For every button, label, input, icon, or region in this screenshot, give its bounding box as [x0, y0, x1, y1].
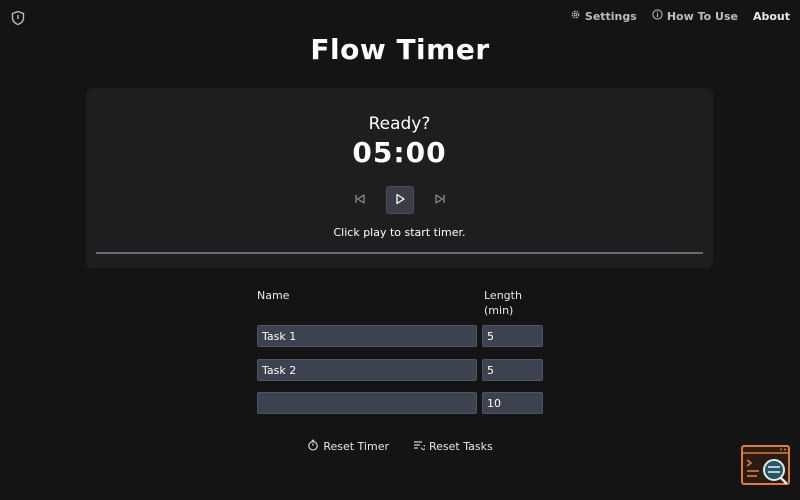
task-name-input[interactable] — [257, 325, 477, 347]
help-widget-icon[interactable] — [741, 445, 791, 487]
nav-how-to-use-label: How To Use — [666, 9, 738, 23]
timer-card: Ready? 05:00 Click play to start timer. — [86, 88, 713, 268]
nav-about-label: About — [752, 9, 790, 23]
task-name-input[interactable] — [257, 359, 477, 381]
task-name-input[interactable] — [257, 392, 477, 414]
task-row — [257, 392, 543, 414]
timer-progress-bar — [96, 252, 703, 254]
reset-timer-button[interactable]: Reset Timer — [307, 439, 389, 454]
play-icon — [393, 191, 407, 210]
skip-forward-icon — [433, 191, 447, 210]
timer-reset-icon — [307, 439, 319, 454]
task-length-input[interactable] — [482, 325, 543, 347]
reset-timer-label: Reset Timer — [323, 440, 389, 453]
play-button[interactable] — [385, 186, 414, 214]
skip-back-icon — [353, 191, 367, 210]
timer-status: Ready? — [368, 114, 431, 134]
column-header-length-line1: Length — [484, 289, 522, 302]
task-actions: Reset Timer Reset Tasks — [0, 439, 800, 454]
column-header-length: Length (min) — [484, 288, 534, 318]
nav-settings[interactable]: Settings — [570, 9, 637, 23]
list-reset-icon — [413, 439, 426, 454]
timer-hint: Click play to start timer. — [333, 226, 466, 239]
column-header-name: Name — [257, 289, 290, 302]
task-length-input[interactable] — [482, 359, 543, 381]
task-row — [257, 359, 543, 381]
timer-display: 05:00 — [352, 136, 447, 169]
top-nav: Settings How To Use About — [570, 9, 790, 23]
nav-about[interactable]: About — [753, 10, 790, 23]
column-header-length-line2: (min) — [484, 304, 514, 317]
info-icon — [652, 9, 663, 23]
skip-back-button[interactable] — [346, 186, 374, 214]
gear-icon — [570, 9, 581, 23]
reset-tasks-button[interactable]: Reset Tasks — [413, 439, 493, 454]
skip-forward-button[interactable] — [426, 186, 454, 214]
page: Settings How To Use About Flow Timer Rea… — [0, 0, 800, 500]
timer-controls — [86, 186, 713, 214]
nav-settings-label: Settings — [584, 9, 637, 23]
page-title: Flow Timer — [310, 33, 490, 66]
shield-icon[interactable] — [10, 10, 26, 26]
task-length-input[interactable] — [482, 392, 543, 414]
task-row — [257, 325, 543, 347]
reset-tasks-label: Reset Tasks — [428, 440, 493, 453]
nav-how-to-use[interactable]: How To Use — [652, 9, 738, 23]
